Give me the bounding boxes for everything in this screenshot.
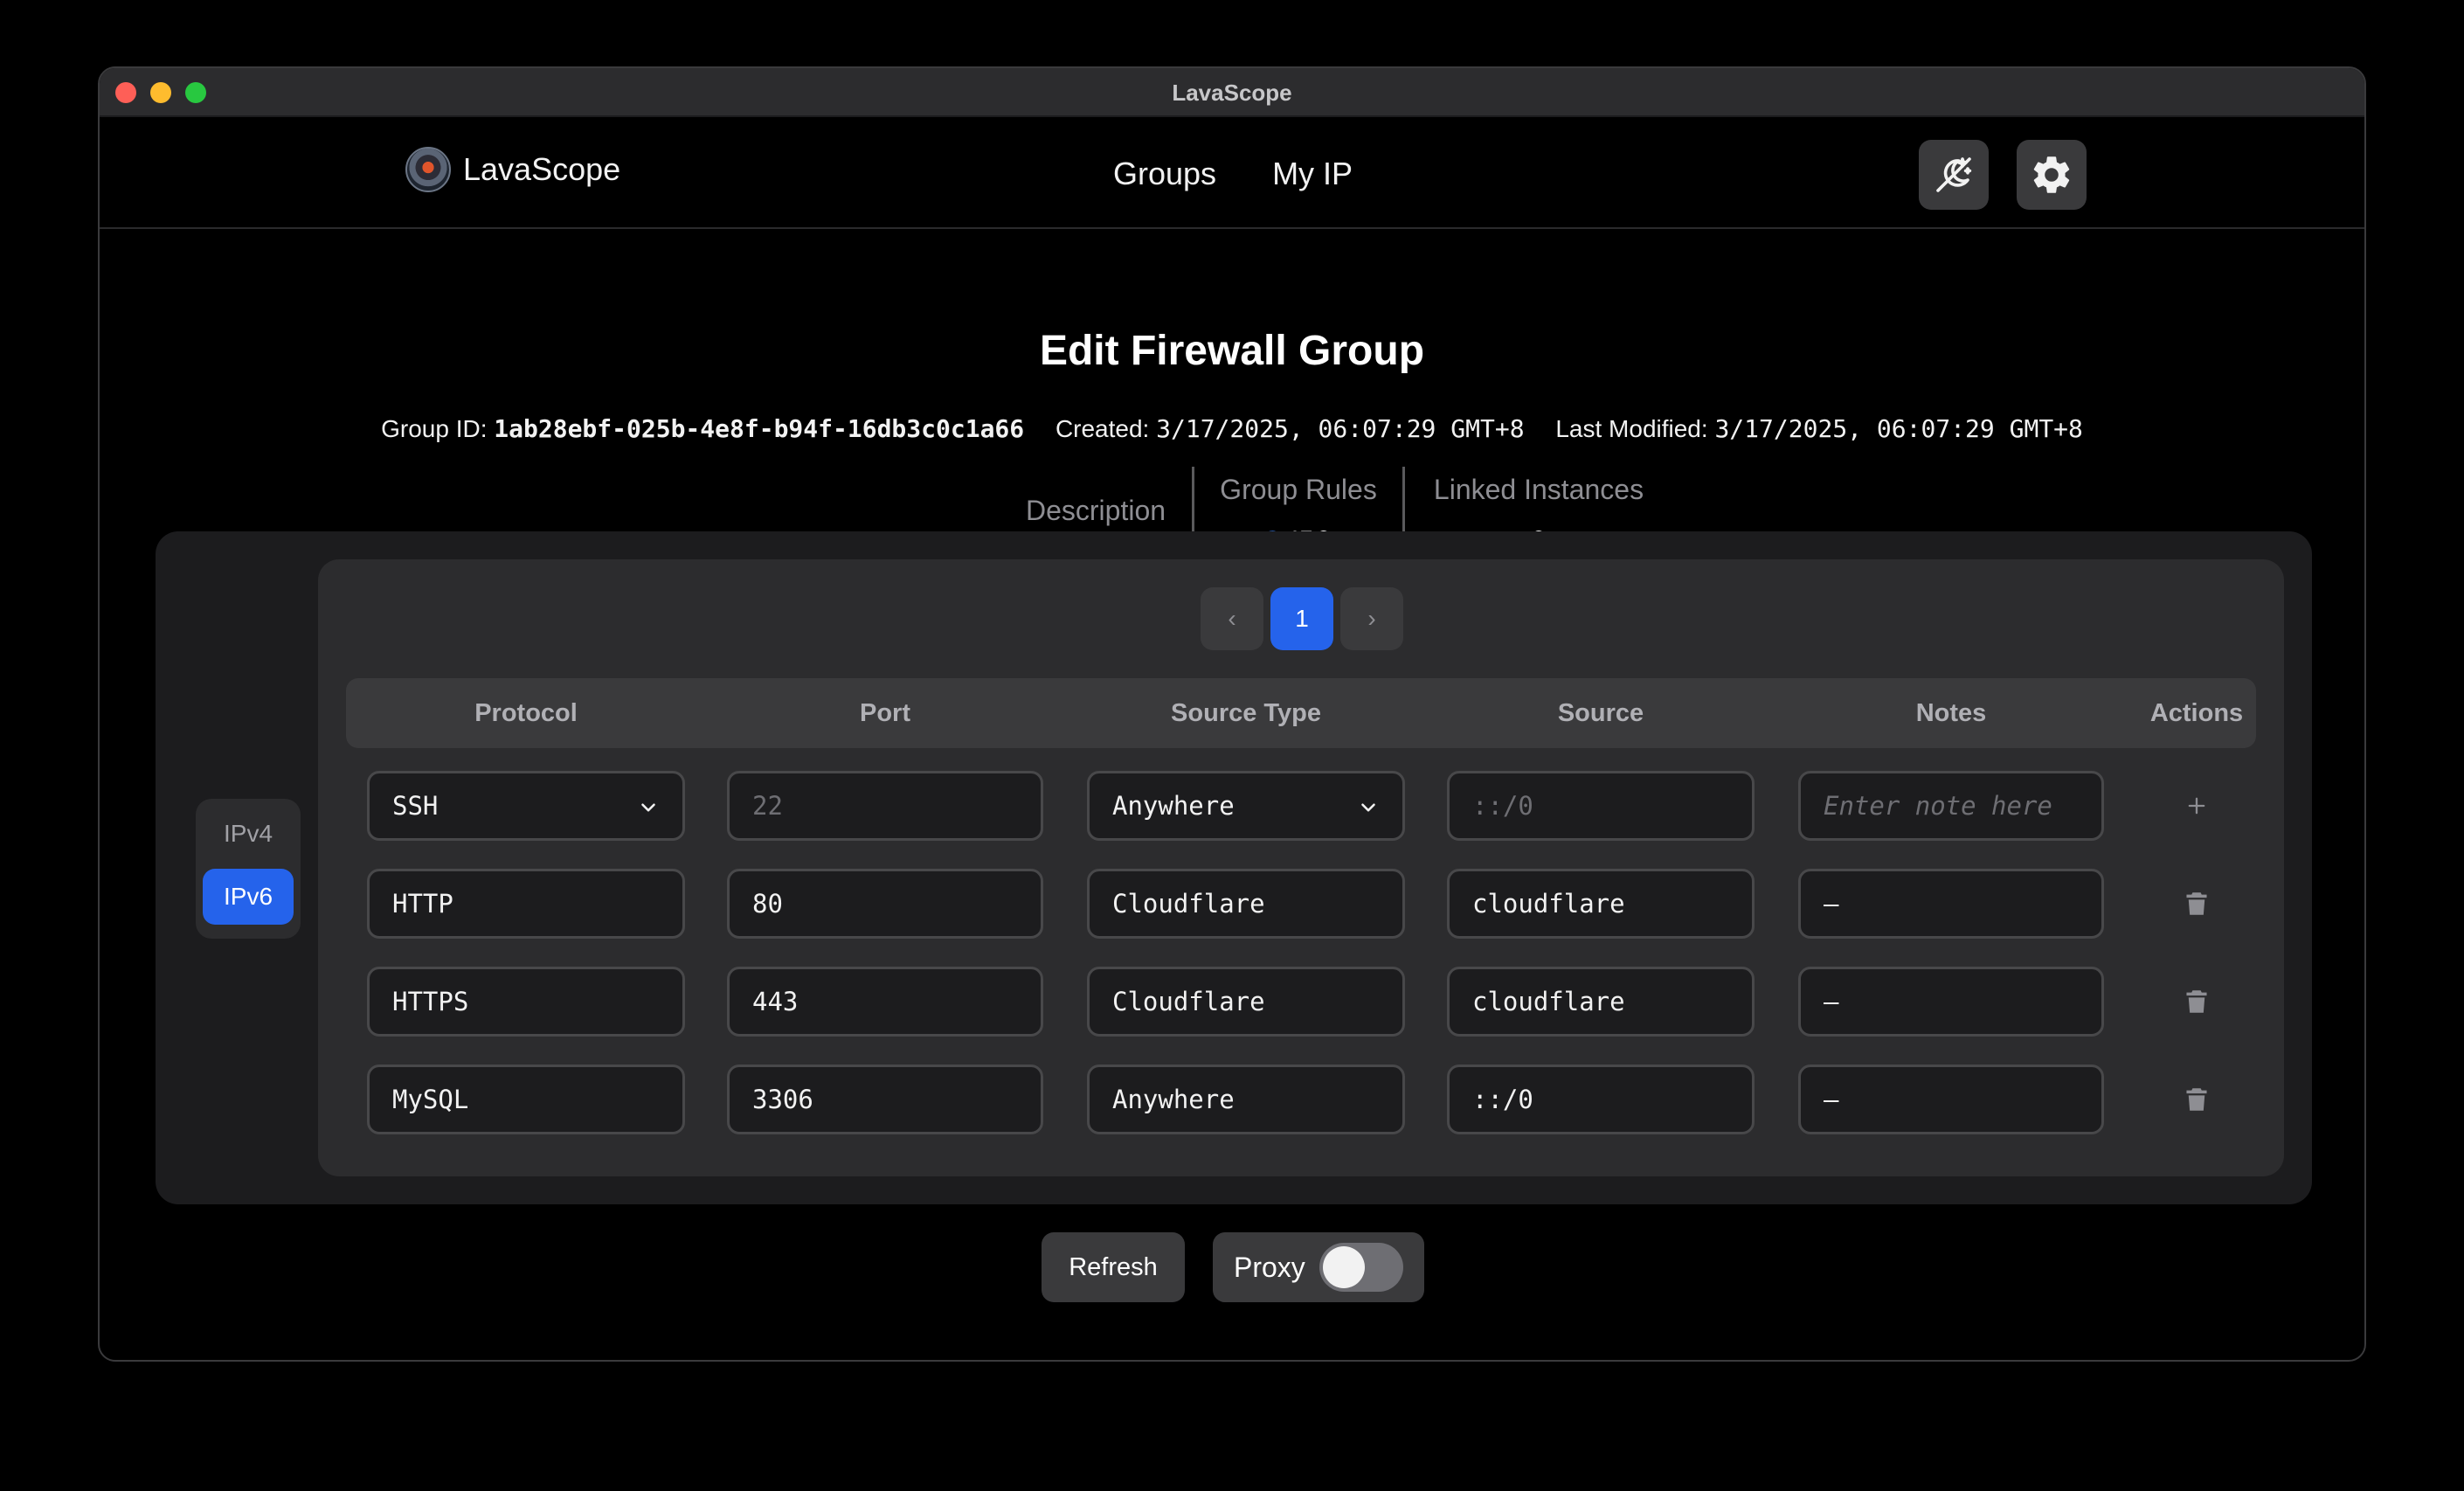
header-source-type: Source Type — [1171, 699, 1321, 727]
gear-icon — [2033, 156, 2070, 193]
theme-toggle-icon — [1936, 157, 1972, 192]
protocol-select-value: SSH — [392, 791, 439, 821]
rule-notes: – — [1798, 869, 2104, 939]
add-rule-button[interactable] — [2144, 771, 2249, 841]
group-rules-label: Group Rules — [1220, 474, 1377, 505]
top-nav: LavaScope Groups My IP — [100, 117, 2364, 229]
proxy-label: Proxy — [1234, 1252, 1305, 1283]
page-title: Edit Firewall Group — [1039, 328, 1425, 374]
group-id-value: 1ab28ebf-025b-4e8f-b94f-16db3c0c1a66 — [494, 414, 1025, 443]
settings-button[interactable] — [2017, 140, 2087, 210]
rule-source: cloudflare — [1447, 967, 1755, 1037]
source-type-select-value: Anywhere — [1112, 791, 1235, 821]
ip-family-switch: IPv4 IPv6 — [196, 799, 301, 939]
rule-protocol: HTTP — [367, 869, 685, 939]
source-type-select[interactable]: Anywhere — [1087, 771, 1405, 841]
rule-source: ::/0 — [1447, 1065, 1755, 1134]
rule-source: cloudflare — [1447, 869, 1755, 939]
next-page-button[interactable]: › — [1340, 587, 1403, 650]
port-input[interactable]: 22 — [727, 771, 1043, 841]
table-row: HTTPS 443 Cloudflare cloudflare – — [346, 967, 2256, 1038]
table-row: HTTP 80 Cloudflare cloudflare – — [346, 869, 2256, 940]
rule-source-type: Anywhere — [1087, 1065, 1405, 1134]
chevron-down-icon — [1361, 803, 1375, 812]
group-meta: Group ID: 1ab28ebf-025b-4e8f-b94f-16db3c… — [100, 414, 2364, 443]
table-row: MySQL 3306 Anywhere ::/0 – — [346, 1065, 2256, 1136]
refresh-button[interactable]: Refresh — [1042, 1232, 1185, 1302]
rule-protocol: HTTPS — [367, 967, 685, 1037]
rule-port: 443 — [727, 967, 1043, 1037]
nav-link-my-ip[interactable]: My IP — [1272, 156, 1353, 192]
new-rule-row: SSH 22 Anywhere ::/0 Enter note here — [346, 771, 2256, 843]
header-protocol: Protocol — [474, 699, 578, 727]
page-button-current[interactable]: 1 — [1270, 587, 1333, 650]
trash-icon — [2186, 892, 2207, 915]
rule-port: 3306 — [727, 1065, 1043, 1134]
linked-instances-label: Linked Instances — [1433, 474, 1644, 505]
group-id-label: Group ID: — [381, 415, 488, 442]
nav-links: Groups My IP — [1113, 156, 1353, 192]
pagination: ‹ 1 › — [1201, 587, 1403, 650]
description-label: Description — [1025, 495, 1166, 526]
delete-rule-button[interactable] — [2144, 967, 2249, 1037]
plus-icon — [2188, 797, 2205, 815]
app-window: LavaScope LavaScope Groups My IP Edit Fi… — [98, 66, 2366, 1362]
toggle-knob — [1323, 1246, 1365, 1288]
header-actions: Actions — [2149, 699, 2244, 727]
chevron-down-icon — [641, 803, 655, 812]
proxy-control: Proxy — [1213, 1232, 1424, 1302]
source-input[interactable]: ::/0 — [1447, 771, 1755, 841]
rules-table-card: ‹ 1 › Protocol Port Source Type Source N… — [318, 559, 2284, 1176]
rule-notes: – — [1798, 967, 2104, 1037]
delete-rule-button[interactable] — [2144, 869, 2249, 939]
rule-source-type: Cloudflare — [1087, 869, 1405, 939]
rule-protocol: MySQL — [367, 1065, 685, 1134]
delete-rule-button[interactable] — [2144, 1065, 2249, 1134]
prev-page-button[interactable]: ‹ — [1201, 587, 1263, 650]
theme-toggle-button[interactable] — [1919, 140, 1989, 210]
rule-port: 80 — [727, 869, 1043, 939]
protocol-select[interactable]: SSH — [367, 771, 685, 841]
trash-icon — [2186, 990, 2207, 1013]
header-notes: Notes — [1915, 699, 1987, 727]
header-source: Source — [1557, 699, 1644, 727]
rule-source-type: Cloudflare — [1087, 967, 1405, 1037]
modified-value: 3/17/2025, 06:07:29 GMT+8 — [1714, 414, 2083, 443]
trash-icon — [2186, 1088, 2207, 1111]
lavascope-logo-icon — [405, 147, 451, 192]
created-value: 3/17/2025, 06:07:29 GMT+8 — [1156, 414, 1525, 443]
notes-input[interactable]: Enter note here — [1798, 771, 2104, 841]
nav-link-groups[interactable]: Groups — [1113, 156, 1216, 192]
title-bar: LavaScope — [100, 68, 2364, 117]
created-label: Created: — [1055, 415, 1150, 442]
table-header: Protocol Port Source Type Source Notes A… — [346, 678, 2256, 748]
brand-name: LavaScope — [463, 151, 621, 187]
footer-actions: Refresh Proxy — [100, 1232, 2364, 1302]
tab-ipv6[interactable]: IPv6 — [203, 869, 294, 925]
rules-panel: IPv4 IPv6 ‹ 1 › Protocol Port Source Typ… — [156, 531, 2312, 1204]
window-title: LavaScope — [1172, 80, 1292, 106]
proxy-toggle[interactable] — [1319, 1243, 1403, 1292]
modified-label: Last Modified: — [1555, 415, 1708, 442]
tab-ipv4[interactable]: IPv4 — [203, 806, 294, 862]
rule-notes: – — [1798, 1065, 2104, 1134]
header-port: Port — [860, 699, 910, 727]
brand[interactable]: LavaScope — [405, 147, 620, 192]
